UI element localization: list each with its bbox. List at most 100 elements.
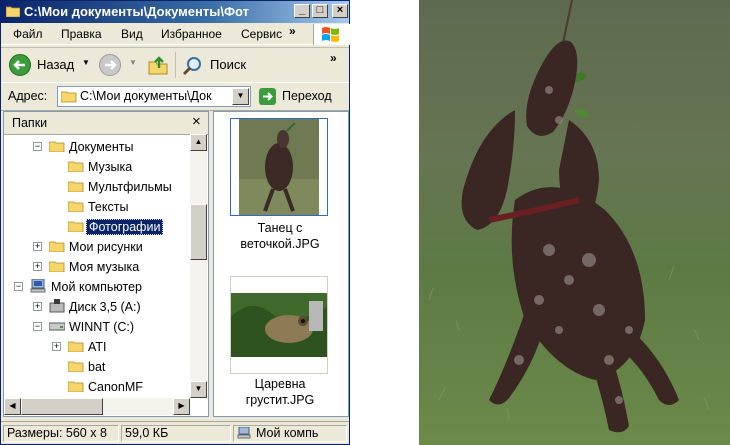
tree-item-label: Тексты [88, 200, 129, 214]
tree-item-label: bat [88, 360, 106, 374]
drive-icon [49, 322, 65, 331]
menu-favorites[interactable]: Избранное [161, 27, 222, 41]
folder-icon [68, 361, 84, 372]
tree-item-label: Мой компьютер [51, 280, 142, 294]
tree-item-ati[interactable]: + ATI [4, 338, 190, 356]
menu-bar: Файл Правка Вид Избранное Сервис » [1, 24, 349, 45]
tree-expand-toggle[interactable]: + [33, 262, 42, 271]
folder-icon [68, 381, 84, 392]
tree-item-texts[interactable]: Тексты [4, 198, 190, 216]
go-button[interactable]: Переход [282, 89, 332, 103]
tree-item-label: Мои рисунки [69, 240, 143, 254]
address-dropdown-button[interactable]: ▼ [232, 88, 249, 105]
address-input[interactable]: C:\Мои документы\Док ▼ [57, 86, 251, 107]
tree-item-my-computer[interactable]: − Мой компьютер [4, 278, 190, 296]
scroll-up-button[interactable]: ▲ [190, 134, 207, 151]
folders-pane-title: Папки [12, 116, 48, 130]
folder-up-icon[interactable] [147, 54, 169, 76]
tree-horizontal-scrollbar[interactable]: ◀ ▶ [4, 398, 190, 415]
search-button[interactable]: Поиск [210, 57, 246, 72]
tree-collapse-toggle[interactable]: − [33, 142, 42, 151]
tree-collapse-toggle[interactable]: − [14, 282, 23, 291]
back-arrow-icon[interactable] [9, 54, 31, 76]
tree-collapse-toggle[interactable]: − [33, 322, 42, 331]
close-button[interactable]: × [332, 4, 348, 18]
file-caption-frog[interactable]: Царевна грустит.JPG [220, 376, 340, 408]
forward-arrow-icon[interactable] [99, 54, 121, 76]
toolbar: Назад ▼ ▼ Поиск » [1, 47, 349, 82]
folder-open-icon [61, 91, 77, 103]
tree-item-floppy[interactable]: + Диск 3,5 (A:) [4, 298, 190, 316]
minimize-button[interactable]: _ [294, 4, 310, 18]
title-bar[interactable]: C:\Мои документы\Документы\Фот _ □ × [1, 1, 349, 23]
folder-open-icon [49, 141, 65, 152]
scroll-right-button[interactable]: ▶ [173, 398, 190, 415]
explorer-window: C:\Мои документы\Документы\Фот _ □ × Фай… [0, 0, 350, 445]
folder-icon [68, 201, 84, 212]
tree-item-label: Музыка [88, 160, 133, 174]
windows-logo [313, 24, 350, 45]
back-dropdown-icon[interactable]: ▼ [82, 58, 90, 67]
tree-item-music[interactable]: Музыка [4, 158, 190, 176]
search-icon[interactable] [182, 55, 204, 77]
tree-item-bat[interactable]: bat [4, 358, 190, 376]
forward-dropdown-icon[interactable]: ▼ [129, 58, 137, 67]
menu-tools[interactable]: Сервис [241, 27, 282, 41]
toolbar-overflow-chevron[interactable]: » [330, 51, 337, 65]
go-arrow-icon[interactable] [259, 88, 276, 105]
tree-item-my-pictures[interactable]: + Мои рисунки [4, 238, 190, 256]
tree-vertical-scrollbar[interactable]: ▲ ▼ [190, 134, 207, 398]
folder-open-icon [68, 221, 84, 232]
tree-item-drive-c[interactable]: − WINNT (C:) [4, 318, 190, 336]
address-value: C:\Мои документы\Док [80, 89, 212, 103]
folder-icon [68, 161, 84, 172]
address-bar: Адрес: C:\Мои документы\Док ▼ Переход [1, 82, 349, 111]
tree-item-label: Документы [69, 140, 134, 154]
tree-item-canonmf[interactable]: CanonMF [4, 378, 190, 396]
computer-icon [30, 279, 46, 293]
folders-pane-header: Папки × [4, 112, 208, 135]
scroll-down-button[interactable]: ▼ [190, 381, 207, 398]
status-zone-label: Мой компь [256, 426, 319, 440]
tree-item-my-music[interactable]: + Моя музыка [4, 258, 190, 276]
file-caption-dance[interactable]: Танец с веточкой.JPG [220, 220, 340, 252]
hscroll-thumb[interactable] [21, 398, 103, 415]
maximize-button[interactable]: □ [312, 4, 328, 18]
file-thumbnail-dance[interactable] [230, 118, 328, 216]
status-dimensions: Размеры: 560 x 8 [3, 425, 119, 442]
file-thumbnail-frog[interactable] [230, 276, 328, 374]
frog-thumbnail-image [231, 293, 327, 357]
file-name-line2: грустит.JPG [245, 393, 315, 407]
dog-thumbnail-image [239, 119, 319, 215]
tree-item-label: CanonMF [88, 380, 143, 394]
menu-view[interactable]: Вид [121, 27, 143, 41]
toolbar-divider [175, 52, 176, 78]
menu-overflow-chevron[interactable]: » [289, 24, 296, 38]
scroll-left-button[interactable]: ◀ [4, 398, 21, 415]
tree-expand-toggle[interactable]: + [33, 242, 42, 251]
status-zone: Мой компь [233, 425, 347, 442]
tree-item-photos[interactable]: Фотографии [4, 218, 190, 236]
menu-edit[interactable]: Правка [61, 27, 102, 41]
file-name-line2: веточкой.JPG [240, 237, 320, 251]
back-button[interactable]: Назад [37, 57, 74, 72]
tree-item-documents[interactable]: − Документы [4, 138, 190, 156]
status-size: 59,0 КБ [121, 425, 231, 442]
computer-icon [237, 427, 251, 439]
folder-icon [68, 181, 84, 192]
folder-icon [68, 341, 84, 352]
file-name-line1: Царевна [254, 377, 306, 391]
tree-item-cartoons[interactable]: Мультфильмы [4, 178, 190, 196]
menu-file[interactable]: Файл [13, 27, 43, 41]
floppy-icon [49, 299, 65, 313]
tree-expand-toggle[interactable]: + [52, 342, 61, 351]
tree-item-label: ATI [88, 340, 107, 354]
folders-pane: Папки × − Документы Музыка Мультфильмы Т… [3, 111, 209, 417]
scroll-thumb[interactable] [190, 204, 207, 260]
file-name-line1: Танец с [257, 221, 303, 235]
folders-pane-close-button[interactable]: × [192, 113, 201, 130]
address-label: Адрес: [8, 89, 48, 103]
folder-icon [49, 261, 65, 272]
tree-expand-toggle[interactable]: + [33, 302, 42, 311]
tree-item-label-selected: Фотографии [86, 219, 164, 235]
